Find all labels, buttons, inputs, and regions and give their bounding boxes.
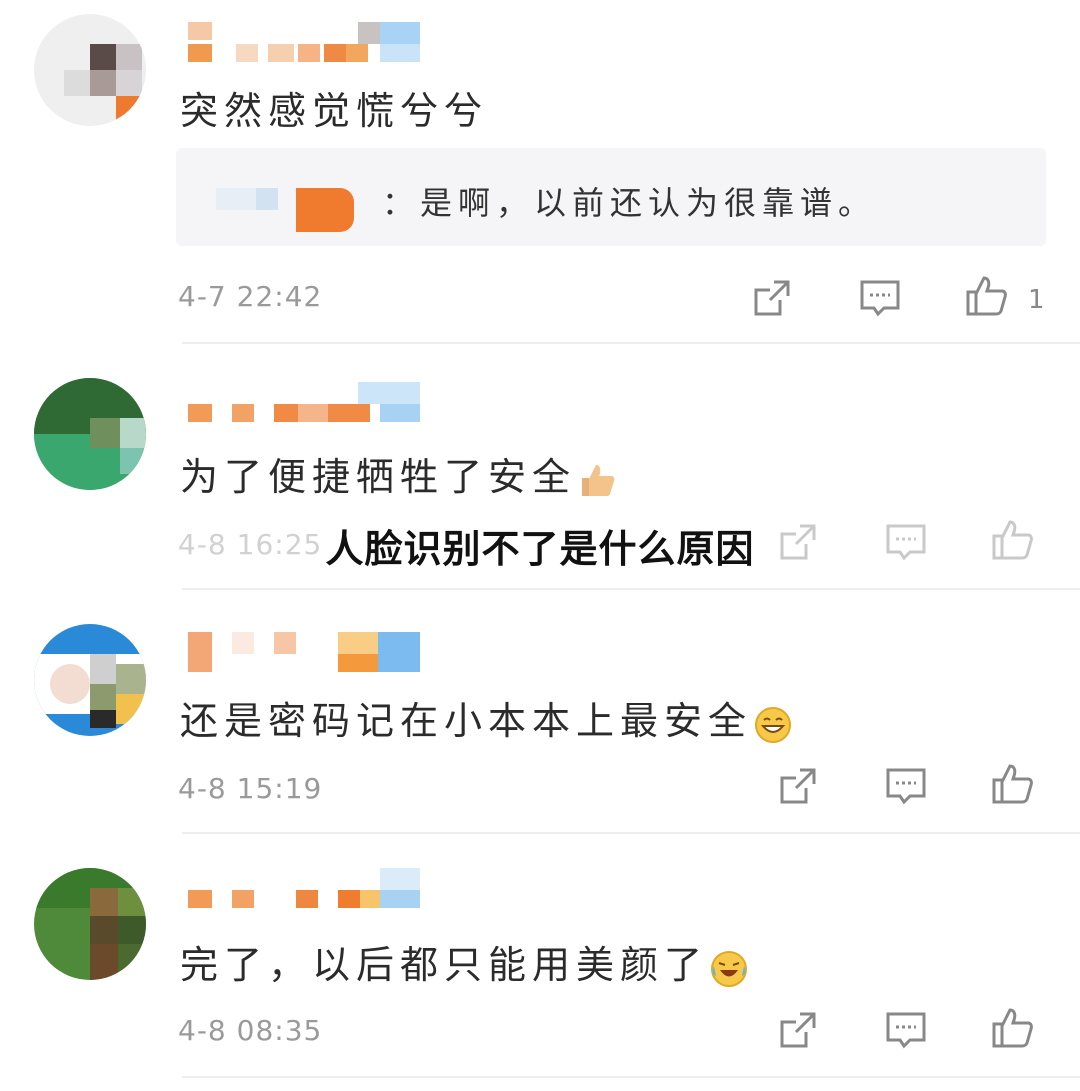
divider <box>182 588 1080 590</box>
thumbs-up-icon[interactable] <box>990 762 1034 806</box>
comment-text: 还是密码记在小本本上最安全 <box>180 690 792 745</box>
divider <box>182 342 1080 344</box>
avatar[interactable] <box>34 14 146 126</box>
reply-text: ：是啊，以前还认为很靠谱。 <box>382 184 877 222</box>
thumbs-up-icon[interactable] <box>964 274 1008 318</box>
comment-icon[interactable] <box>858 276 902 320</box>
comment-text: 为了便捷牺牲了安全 <box>180 446 616 501</box>
comment-text: 完了，以后都只能用美颜了 <box>180 934 748 989</box>
comment-text: 突然感觉慌兮兮 <box>180 89 489 133</box>
page-title: 人脸识别不了是什么原因 <box>325 527 755 571</box>
avatar[interactable] <box>34 624 146 736</box>
divider <box>182 1076 1080 1078</box>
grin-emoji-icon <box>754 706 792 744</box>
laugh-cry-emoji-icon <box>710 950 748 988</box>
timestamp: 4-7 22:42 <box>178 280 323 313</box>
username[interactable] <box>188 382 428 422</box>
comment-icon[interactable] <box>884 1008 928 1052</box>
thumbs-up-emoji-icon <box>578 462 616 500</box>
username[interactable] <box>188 868 428 908</box>
username[interactable] <box>188 632 428 672</box>
username[interactable] <box>188 22 428 62</box>
timestamp: 4-8 08:35 <box>178 1014 323 1047</box>
reply-username <box>216 188 256 210</box>
share-icon[interactable] <box>776 764 820 808</box>
timestamp: 4-8 15:19 <box>178 772 323 805</box>
reply-box[interactable]: ：是啊，以前还认为很靠谱。 <box>176 148 1046 246</box>
divider <box>182 832 1080 834</box>
like-count: 1 <box>1028 285 1045 315</box>
comment-icon[interactable] <box>884 764 928 808</box>
thumbs-up-icon[interactable] <box>990 1006 1034 1050</box>
avatar[interactable] <box>34 868 146 980</box>
avatar[interactable] <box>34 378 146 490</box>
share-icon[interactable] <box>750 276 794 320</box>
share-icon[interactable] <box>776 1008 820 1052</box>
